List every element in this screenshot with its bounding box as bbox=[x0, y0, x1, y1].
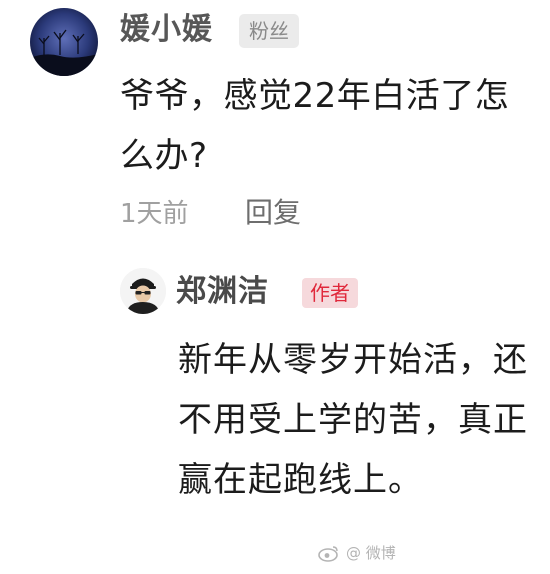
watermark-text: @ 微博 bbox=[346, 544, 396, 562]
avatar-image bbox=[120, 268, 166, 314]
comment-username[interactable]: 媛小媛 bbox=[120, 10, 213, 50]
reply-button[interactable]: 回复 bbox=[245, 192, 301, 234]
reply-text: 新年从零岁开始活，还不用受上学的苦，真正赢在起跑线上。 bbox=[178, 340, 528, 500]
comment-text: 爷爷，感觉22年白活了怎么办? bbox=[120, 76, 510, 176]
fan-badge: 粉丝 bbox=[239, 14, 299, 48]
reply-username[interactable]: 郑渊洁 bbox=[176, 270, 269, 314]
weibo-logo-icon bbox=[318, 546, 338, 562]
comment-timestamp: 1天前 bbox=[120, 199, 189, 229]
author-badge: 作者 bbox=[302, 278, 358, 308]
watermark: @ 微博 bbox=[318, 540, 396, 566]
reply-avatar[interactable] bbox=[120, 268, 166, 314]
avatar[interactable] bbox=[30, 8, 98, 76]
avatar-image bbox=[30, 8, 98, 76]
